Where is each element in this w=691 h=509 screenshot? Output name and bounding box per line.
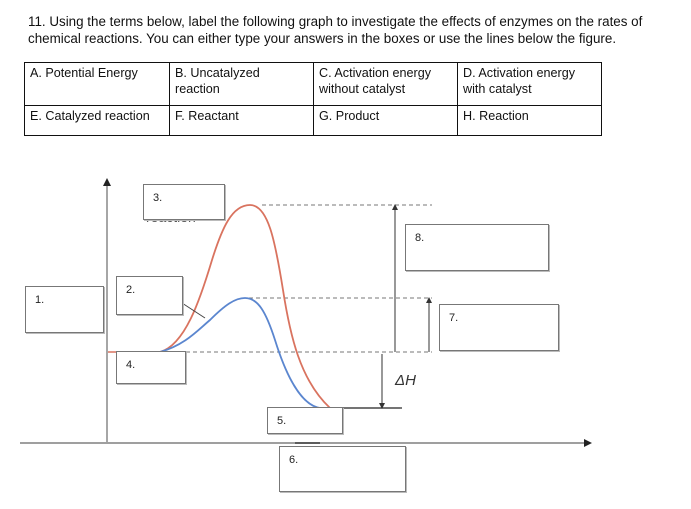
answer-box-3[interactable]: 3.	[143, 184, 225, 220]
answer-input-7[interactable]	[440, 305, 558, 350]
answer-input-4[interactable]	[117, 352, 185, 383]
answer-input-2[interactable]	[117, 277, 182, 314]
answer-input-3[interactable]	[144, 185, 224, 219]
answer-box-2[interactable]: 2.	[116, 276, 183, 315]
answer-box-1[interactable]: 1.	[25, 286, 104, 333]
answer-input-5[interactable]	[268, 408, 342, 433]
answer-input-6[interactable]	[280, 447, 405, 491]
delta-h-label: ΔH	[395, 372, 416, 389]
answer-box-7[interactable]: 7.	[439, 304, 559, 351]
answer-input-8[interactable]	[406, 225, 548, 270]
answer-box-6[interactable]: 6.	[279, 446, 406, 492]
answer-box-5[interactable]: 5.	[267, 407, 343, 434]
answer-box-8[interactable]: 8.	[405, 224, 549, 271]
answer-input-1[interactable]	[26, 287, 103, 332]
answer-box-4[interactable]: 4.	[116, 351, 186, 384]
box-2-pointer-line	[181, 302, 206, 319]
energy-diagram	[20, 178, 592, 447]
